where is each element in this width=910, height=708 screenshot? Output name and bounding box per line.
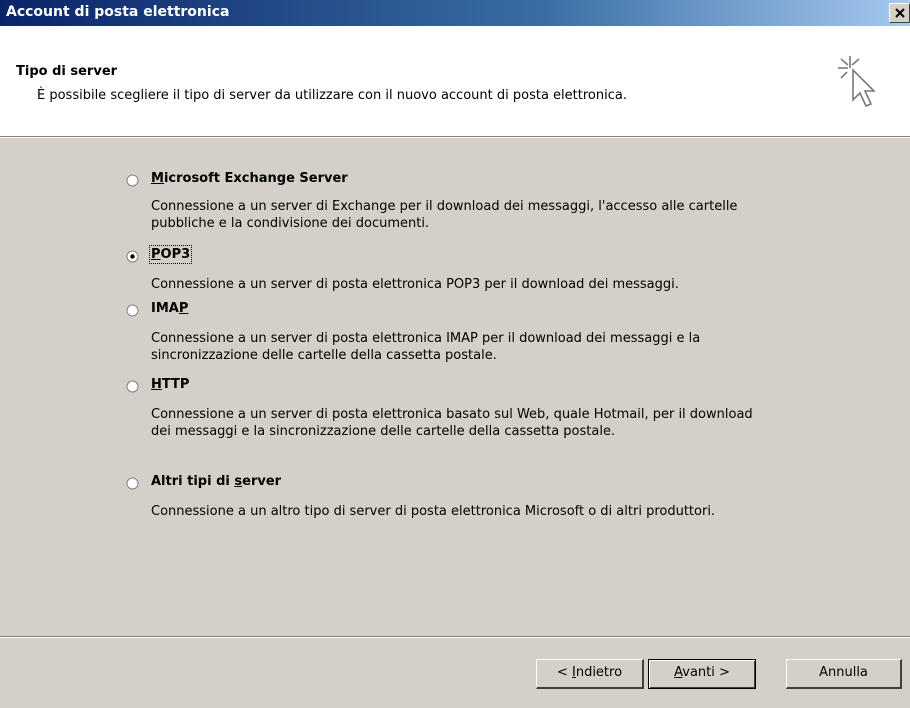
wizard-cursor-icon: [838, 56, 876, 108]
option-http-description: Connessione a un server di posta elettro…: [151, 407, 753, 439]
option-imap-description: Connessione a un server di posta elettro…: [151, 331, 701, 363]
radio-pop3[interactable]: [126, 250, 139, 263]
footer-divider: [0, 636, 910, 638]
option-http-label[interactable]: HTTP: [151, 377, 189, 392]
option-other-description: Connessione a un altro tipo di server di…: [151, 504, 716, 519]
close-icon: [895, 8, 905, 18]
option-exchange-description: Connessione a un server di Exchange per …: [151, 199, 738, 231]
option-exchange-label[interactable]: Microsoft Exchange Server: [151, 171, 348, 186]
radio-exchange[interactable]: [126, 174, 139, 187]
page-subtitle: È possibile scegliere il tipo di server …: [37, 88, 627, 103]
page-title: Tipo di server: [16, 64, 118, 79]
close-button[interactable]: [889, 3, 910, 23]
radio-other[interactable]: [126, 477, 139, 490]
option-other-label[interactable]: Altri tipi di server: [151, 474, 281, 489]
option-pop3-label[interactable]: POP3: [148, 245, 193, 264]
header-divider: [0, 136, 910, 138]
wizard-header: Tipo di server È possibile scegliere il …: [0, 26, 910, 136]
next-button[interactable]: Avanti >: [648, 659, 756, 689]
radio-imap[interactable]: [126, 304, 139, 317]
option-pop3-description: Connessione a un server di posta elettro…: [151, 277, 679, 292]
cancel-button[interactable]: Annulla: [786, 659, 902, 689]
title-bar: Account di posta elettronica: [0, 0, 910, 26]
option-imap-label[interactable]: IMAP: [151, 301, 188, 316]
radio-http[interactable]: [126, 380, 139, 393]
window-title: Account di posta elettronica: [6, 4, 230, 20]
back-button[interactable]: < Indietro: [536, 659, 644, 689]
